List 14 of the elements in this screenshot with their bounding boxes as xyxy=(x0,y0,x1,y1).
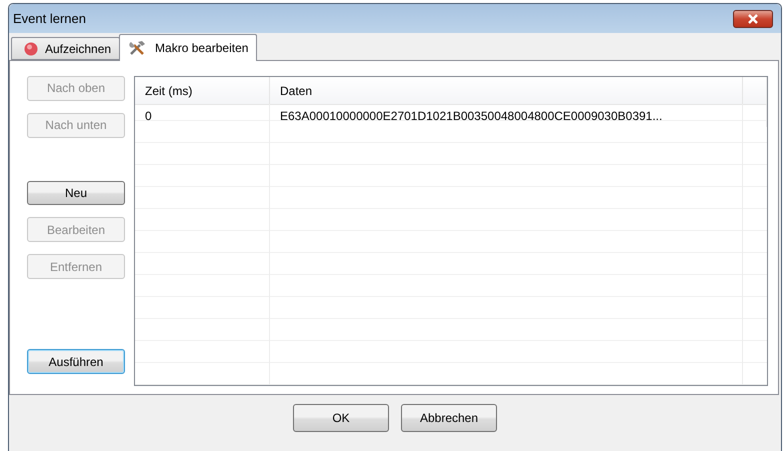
record-icon xyxy=(24,42,38,56)
dialog-button[interactable]: OK xyxy=(293,404,389,432)
tab[interactable]: Aufzeichnen xyxy=(11,37,120,60)
close-button[interactable] xyxy=(733,10,773,28)
dialog-button[interactable]: Abbrechen xyxy=(401,404,497,432)
column-header[interactable]: Zeit (ms) xyxy=(135,77,270,104)
side-button[interactable]: Ausführen xyxy=(27,349,125,374)
close-icon xyxy=(746,14,760,24)
column-header[interactable]: Daten xyxy=(270,77,743,104)
tab[interactable]: Makro bearbeiten xyxy=(119,34,258,61)
table-cell: 0 xyxy=(135,105,270,127)
window-title: Event lernen xyxy=(13,11,86,26)
table-cell: E63A00010000000E2701D1021B00350048004800CE0009030B0391... xyxy=(270,105,743,127)
side-button[interactable]: Neu xyxy=(27,180,125,206)
